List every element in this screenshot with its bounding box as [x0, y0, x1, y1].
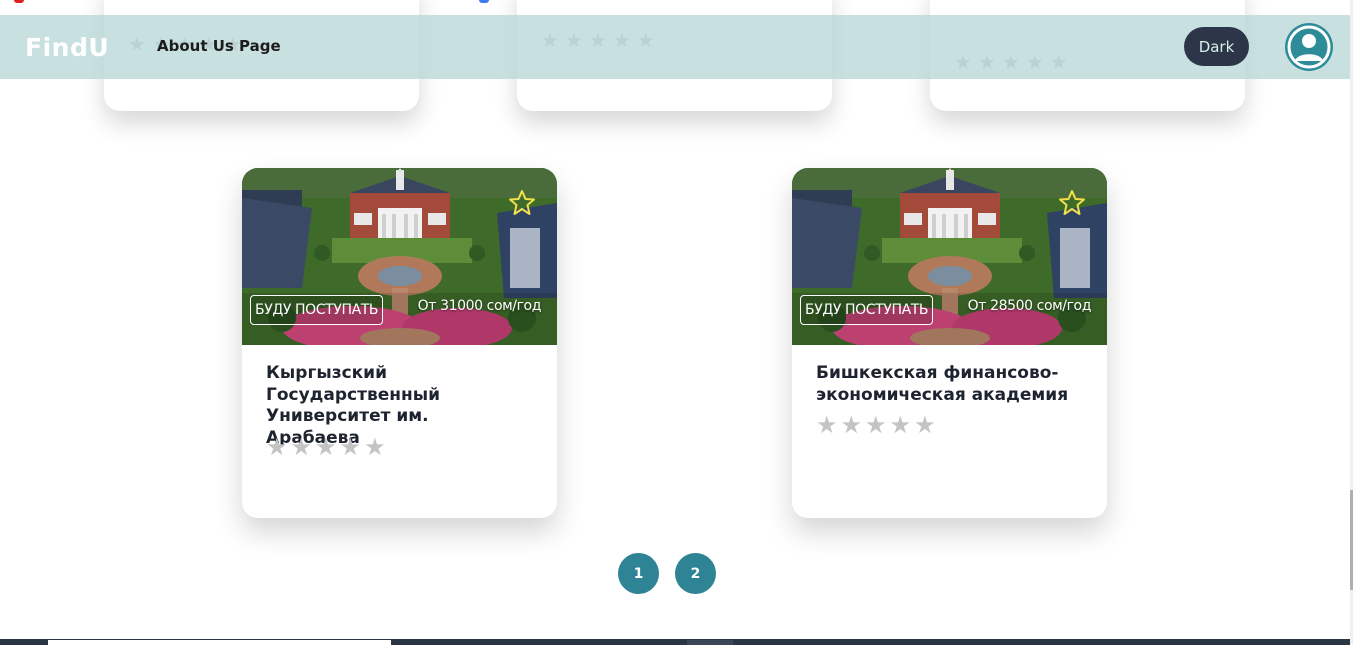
- university-card[interactable]: БУДУ ПОСТУПАТЬ От 31000 сом/год Кыргызск…: [242, 168, 557, 518]
- page-button-2[interactable]: 2: [675, 553, 716, 594]
- star-icon[interactable]: ★: [315, 436, 337, 460]
- site-header: FindU About Us Page Dark: [0, 15, 1353, 79]
- star-icon[interactable]: ★: [364, 436, 386, 460]
- nav-about-us[interactable]: About Us Page: [157, 37, 281, 55]
- tuition-price: От 28500 сом/год: [967, 298, 1092, 314]
- star-icon[interactable]: ★: [291, 436, 313, 460]
- rating-stars[interactable]: ★ ★ ★ ★ ★: [266, 436, 386, 460]
- star-icon[interactable]: ★: [816, 414, 838, 438]
- star-icon[interactable]: ★: [865, 414, 887, 438]
- bookmark-icon[interactable]: [479, 0, 489, 3]
- user-avatar[interactable]: [1285, 23, 1333, 71]
- favorite-star-icon[interactable]: [508, 189, 536, 217]
- university-name[interactable]: Бишкекская финансово-экономическая акаде…: [816, 363, 1076, 406]
- favorite-star-icon[interactable]: [1058, 189, 1086, 217]
- star-icon[interactable]: ★: [340, 436, 362, 460]
- star-icon[interactable]: ★: [266, 436, 288, 460]
- apply-button[interactable]: БУДУ ПОСТУПАТЬ: [250, 295, 384, 325]
- footer-tab[interactable]: [48, 640, 391, 645]
- rating-stars[interactable]: ★ ★ ★ ★ ★: [816, 414, 936, 438]
- site-logo[interactable]: FindU: [25, 33, 109, 62]
- theme-toggle-button[interactable]: Dark: [1184, 27, 1249, 66]
- tuition-price: От 31000 сом/год: [417, 298, 542, 314]
- star-icon[interactable]: ★: [890, 414, 912, 438]
- footer-tab[interactable]: [687, 640, 733, 645]
- bookmark-icon[interactable]: [14, 0, 24, 3]
- page-button-1[interactable]: 1: [618, 553, 659, 594]
- star-icon[interactable]: ★: [841, 414, 863, 438]
- university-card[interactable]: БУДУ ПОСТУПАТЬ От 28500 сом/год Бишкекск…: [792, 168, 1107, 518]
- star-icon[interactable]: ★: [914, 414, 936, 438]
- user-icon: [1287, 25, 1331, 69]
- apply-button[interactable]: БУДУ ПОСТУПАТЬ: [800, 295, 934, 325]
